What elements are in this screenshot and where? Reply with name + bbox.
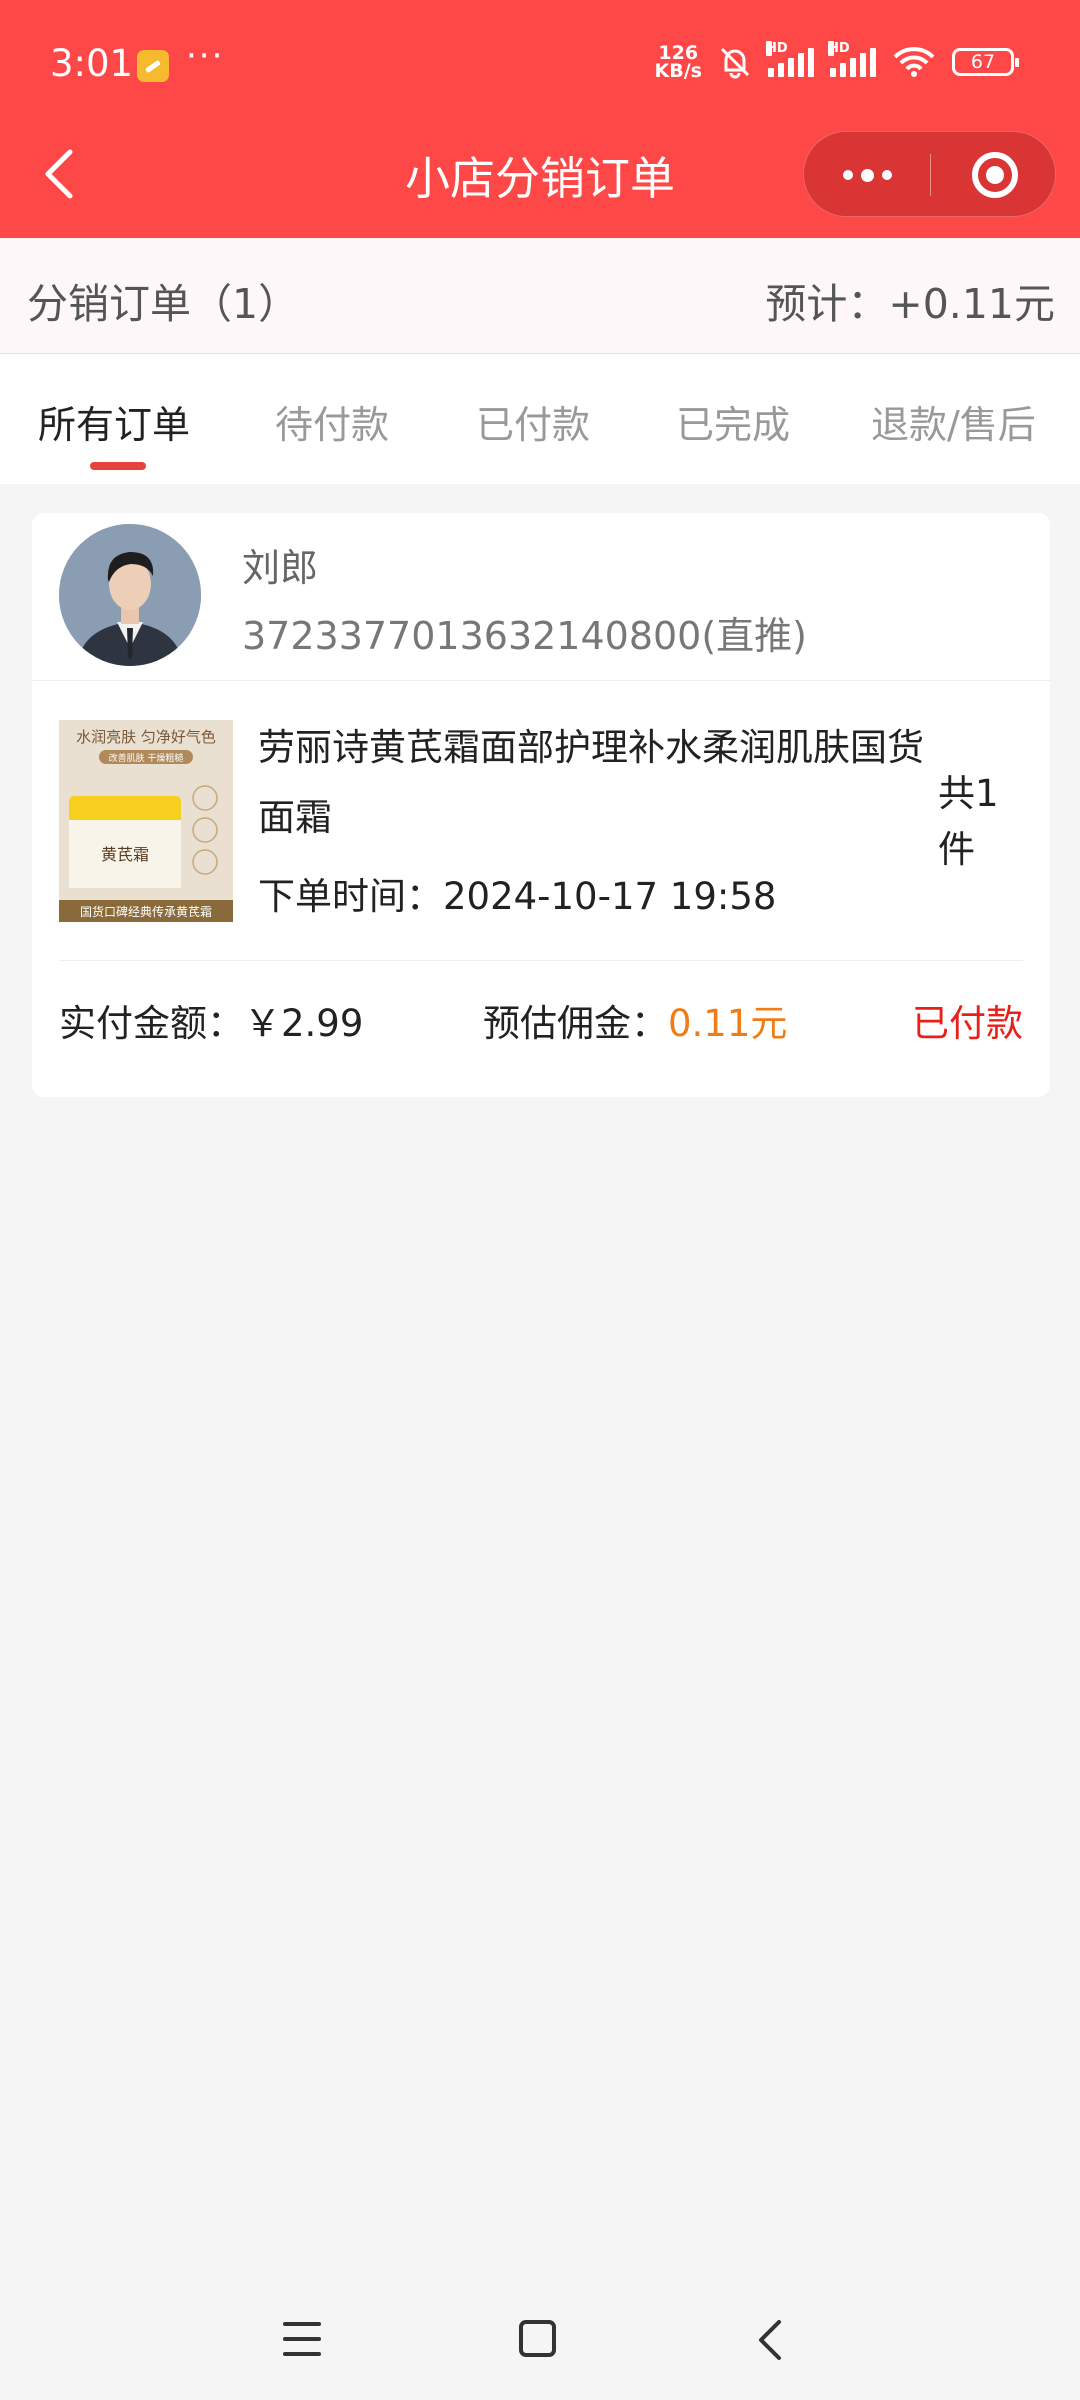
active-tab-indicator xyxy=(90,462,146,470)
tab-all-orders[interactable]: 所有订单 xyxy=(38,394,190,449)
status-icons: 126 KB/s HD HD 67 xyxy=(654,41,1019,82)
svg-text:改善肌肤 干燥粗糙: 改善肌肤 干燥粗糙 xyxy=(109,752,184,764)
home-icon[interactable] xyxy=(519,2320,556,2357)
wifi-icon xyxy=(893,47,935,77)
status-time: 3:01 xyxy=(50,42,134,85)
more-notifications-icon: ··· xyxy=(186,36,225,76)
buyer-name: 刘郎 xyxy=(242,546,319,590)
network-speed: 126 KB/s xyxy=(654,42,702,82)
order-tabs: 所有订单 待付款 已付款 已完成 退款/售后 xyxy=(0,354,1080,484)
tab-pending-payment[interactable]: 待付款 xyxy=(275,394,389,449)
capsule-divider xyxy=(930,154,931,196)
tab-paid[interactable]: 已付款 xyxy=(476,394,590,449)
product-title[interactable]: 劳丽诗黄芪霜面部护理补水柔润肌肤国货面霜 xyxy=(258,713,958,853)
paid-amount: 实付金额：￥2.99 xyxy=(59,993,363,1047)
divider xyxy=(59,960,1023,961)
back-icon[interactable] xyxy=(755,2318,785,2362)
buyer-id: 3723377013632140800(直推) xyxy=(242,614,808,658)
signal-icon: HD xyxy=(766,41,814,77)
order-card[interactable]: 刘郎 3723377013632140800(直推) 水润亮肤 匀净好气色 改善… xyxy=(32,513,1050,1097)
product-quantity: 共1件 xyxy=(938,772,999,871)
menu-icon[interactable] xyxy=(283,2322,321,2356)
svg-text:黄芪霜: 黄芪霜 xyxy=(101,845,149,864)
commission-value: 0.11元 xyxy=(668,1002,788,1045)
order-count: 分销订单（1） xyxy=(27,280,300,328)
paid-amount-value: ￥2.99 xyxy=(244,1002,364,1045)
bell-muted-icon xyxy=(720,47,750,79)
commission-label: 预估佣金： xyxy=(483,1002,668,1045)
system-nav-bar xyxy=(0,2280,1080,2400)
order-time: 下单时间：2024-10-17 19:58 xyxy=(258,875,777,918)
mini-program-capsule xyxy=(803,131,1056,217)
target-close-icon[interactable] xyxy=(972,152,1018,198)
tab-refund-aftersale[interactable]: 退款/售后 xyxy=(871,394,1036,449)
divider xyxy=(32,680,1050,681)
tab-completed[interactable]: 已完成 xyxy=(676,394,790,449)
battery-icon: 67 xyxy=(952,48,1019,76)
order-status: 已付款 xyxy=(912,1002,1023,1045)
avatar xyxy=(59,524,201,666)
order-summary-bar: 分销订单（1） 预计：+0.11元 xyxy=(0,238,1080,354)
signal-icon-2: HD xyxy=(828,41,876,77)
estimated-total: 预计：+0.11元 xyxy=(765,280,1055,328)
notification-app-icon xyxy=(137,50,169,82)
paid-amount-label: 实付金额： xyxy=(59,1002,244,1045)
product-image[interactable]: 水润亮肤 匀净好气色 改善肌肤 干燥粗糙 黄芪霜 国货口碑经典传承黄芪霜 xyxy=(59,720,233,922)
svg-text:国货口碑经典传承黄芪霜: 国货口碑经典传承黄芪霜 xyxy=(80,904,212,919)
svg-text:水润亮肤 匀净好气色: 水润亮肤 匀净好气色 xyxy=(76,728,216,746)
estimated-commission: 预估佣金：0.11元 xyxy=(483,993,787,1047)
more-dots-icon[interactable] xyxy=(804,132,930,218)
status-bar: 3:01 ··· 126 KB/s HD HD 67 xyxy=(0,0,1080,130)
header: 3:01 ··· 126 KB/s HD HD 67 小店分销订单 xyxy=(0,0,1080,238)
